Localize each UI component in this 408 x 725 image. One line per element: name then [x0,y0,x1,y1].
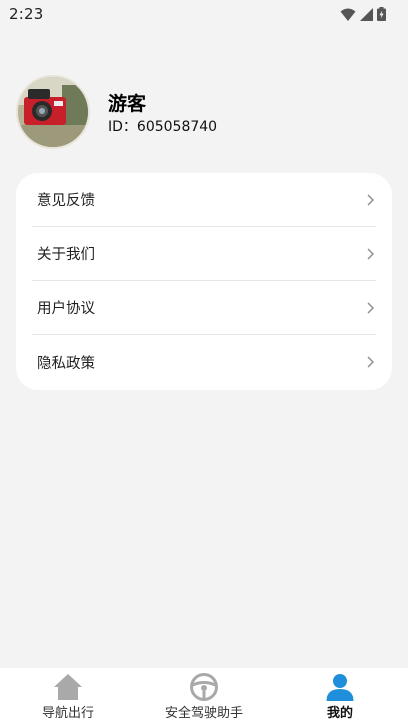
nav-tab-mine[interactable]: 我的 [272,668,408,725]
menu-item-user-agreement[interactable]: 用户协议 [32,281,376,335]
status-time: 2:23 [9,5,44,23]
chevron-right-icon [367,248,374,259]
nav-tab-safe-driving[interactable]: 安全驾驶助手 [136,668,272,725]
menu-item-label: 意见反馈 [37,193,95,209]
avatar[interactable] [16,75,90,149]
menu-item-label: 隐私政策 [37,355,95,372]
chevron-right-icon [367,302,374,313]
nav-tab-label: 我的 [326,706,353,721]
status-bar: 2:23 [0,0,408,28]
menu-item-privacy-policy[interactable]: 隐私政策 [32,335,376,389]
screen: 2:23 游客 ID ： 605058740 意见反馈 关于我们 用户协议 隐私… [0,0,408,725]
wifi-icon [340,8,356,21]
status-icons [340,7,386,21]
chevron-right-icon [367,356,374,368]
bottom-nav: 导航出行 安全驾驶助手 我的 [0,668,408,725]
settings-menu-card: 意见反馈 关于我们 用户协议 隐私政策 [16,173,392,390]
profile-header: 游客 ID ： 605058740 [16,74,217,150]
camera-photo-avatar [18,77,88,147]
nav-tab-navigation[interactable]: 导航出行 [0,668,136,725]
user-id-row: ID ： 605058740 [108,117,217,137]
profile-text: 游客 ID ： 605058740 [108,88,217,137]
cellular-signal-icon [360,7,373,21]
user-id-label: ID [108,118,123,135]
user-id-separator: ： [122,118,137,135]
battery-charging-icon [377,7,386,21]
user-id-value: 605058740 [136,118,218,135]
nav-tab-label: 安全驾驶助手 [164,706,243,721]
menu-item-feedback[interactable]: 意见反馈 [32,173,376,227]
menu-item-about-us[interactable]: 关于我们 [32,227,376,281]
home-icon [54,674,82,700]
menu-item-label: 关于我们 [37,247,95,263]
nav-tab-label: 导航出行 [41,706,94,721]
chevron-right-icon [367,194,374,205]
person-icon [326,674,354,701]
menu-item-label: 用户协议 [37,301,95,317]
username: 游客 [108,92,147,115]
steering-wheel-icon [190,673,218,701]
